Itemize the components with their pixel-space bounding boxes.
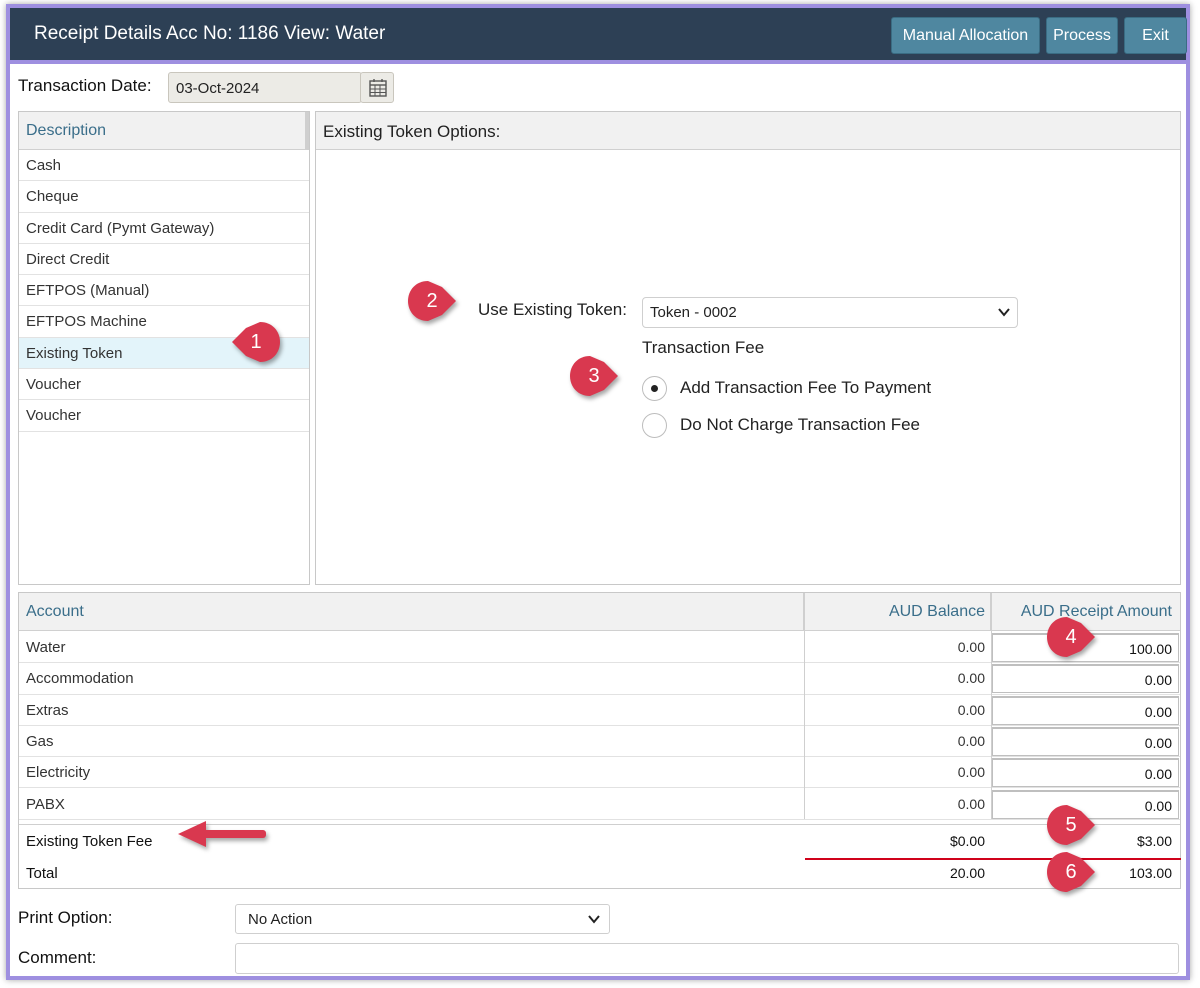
annotation-number: 5: [1065, 814, 1077, 836]
payment-method-item[interactable]: Cash: [19, 150, 309, 182]
use-existing-token-label: Use Existing Token:: [478, 300, 627, 319]
comment-input[interactable]: [235, 943, 1179, 974]
account-row: Extras 0.00 0.00: [19, 695, 1180, 726]
token-fee-balance: $0.00: [949, 833, 985, 849]
account-column-header: Account: [26, 603, 84, 620]
process-button[interactable]: Process: [1046, 17, 1118, 54]
payment-method-item[interactable]: EFTPOS (Manual): [19, 275, 309, 307]
print-option-value: No Action: [248, 911, 313, 928]
receipt-amount-input[interactable]: 0.00: [992, 758, 1179, 788]
account-balance: 0.00: [957, 670, 985, 687]
receipt-window: Receipt Details Acc No: 1186 View: Water…: [6, 4, 1190, 980]
existing-token-select[interactable]: Token - 0002: [642, 297, 1018, 328]
column-divider: [804, 593, 805, 819]
transaction-date-label: Transaction Date:: [18, 76, 152, 95]
payment-method-item[interactable]: Voucher: [19, 400, 309, 432]
account-row: Electricity 0.00 0.00: [19, 757, 1180, 789]
token-fee-name: Existing Token Fee: [26, 833, 153, 850]
payment-method-item[interactable]: Voucher: [19, 369, 309, 401]
account-balance: 0.00: [957, 795, 985, 812]
account-balance: 0.00: [957, 639, 985, 655]
annotation-marker-2: 2: [408, 281, 456, 321]
title-divider: [10, 60, 1186, 64]
account-balance: 0.00: [957, 732, 985, 749]
account-row: Water 0.00 100.00: [19, 632, 1180, 664]
token-fee-receipt: $3.00: [1136, 833, 1172, 849]
window-title: Receipt Details Acc No: 1186 View: Water: [34, 23, 386, 44]
account-name: PABX: [26, 795, 65, 813]
add-fee-label[interactable]: Add Transaction Fee To Payment: [680, 378, 931, 398]
annotation-marker-1: 1: [232, 322, 280, 362]
payment-method-item[interactable]: Cheque: [19, 181, 309, 213]
existing-token-options-panel: Existing Token Options: Use Existing Tok…: [315, 111, 1181, 585]
total-receipt: 103.00: [1129, 865, 1172, 881]
exit-button[interactable]: Exit: [1124, 17, 1187, 54]
print-option-label: Print Option:: [18, 908, 113, 927]
calendar-icon: [369, 79, 387, 97]
existing-token-value: Token - 0002: [650, 304, 737, 321]
annotation-number: 4: [1065, 626, 1077, 648]
account-row: Gas 0.00 0.00: [19, 726, 1180, 758]
total-row: Total 20.00 103.00: [19, 858, 1180, 889]
balance-column-header: AUD Balance: [888, 603, 985, 620]
title-bar: Receipt Details Acc No: 1186 View: Water…: [10, 8, 1187, 60]
calendar-button[interactable]: [360, 72, 394, 103]
payment-method-item[interactable]: Credit Card (Pymt Gateway): [19, 213, 309, 244]
transaction-fee-heading: Transaction Fee: [642, 338, 765, 357]
account-name: Gas: [26, 732, 54, 750]
total-name: Total: [26, 865, 58, 882]
comment-label: Comment:: [18, 948, 97, 967]
no-fee-radio[interactable]: [642, 413, 667, 438]
receipt-amount-input[interactable]: 0.00: [992, 664, 1179, 694]
account-balance: 0.00: [957, 764, 985, 781]
payment-method-item[interactable]: Direct Credit: [19, 244, 309, 276]
receipt-amount-input[interactable]: 0.00: [992, 695, 1179, 725]
account-row: Accommodation 0.00 0.00: [19, 663, 1180, 695]
receipt-column-header: AUD Receipt Amount: [1020, 603, 1172, 620]
annotation-number: 2: [426, 290, 438, 312]
print-option-select[interactable]: No Action: [235, 904, 610, 934]
annotation-number: 3: [588, 365, 600, 387]
transaction-date-input[interactable]: 03-Oct-2024: [168, 72, 362, 103]
annotation-marker-6: 6: [1047, 852, 1095, 892]
account-name: Water: [26, 639, 66, 656]
account-row: PABX 0.00 0.00: [19, 789, 1180, 820]
no-fee-label[interactable]: Do Not Charge Transaction Fee: [680, 415, 920, 435]
chevron-down-icon: [998, 308, 1010, 317]
accounts-table-header: Account AUD Balance AUD Receipt Amount: [19, 593, 1180, 631]
add-fee-radio[interactable]: [642, 376, 667, 401]
total-balance: 20.00: [949, 865, 985, 881]
options-header: Existing Token Options:: [316, 112, 1180, 150]
account-balance: 0.00: [957, 701, 985, 718]
column-divider: [991, 593, 992, 819]
annotation-number: 6: [1065, 861, 1077, 883]
annotation-number: 1: [250, 331, 262, 353]
annotation-marker-3: 3: [570, 356, 618, 396]
annotation-marker-4: 4: [1047, 617, 1095, 657]
description-header: Description: [19, 112, 309, 150]
receipt-amount-input[interactable]: 0.00: [992, 726, 1179, 756]
account-name: Accommodation: [26, 670, 134, 688]
arrow-left-icon: [178, 821, 268, 852]
account-name: Electricity: [26, 764, 91, 782]
account-name: Extras: [26, 701, 69, 719]
annotation-marker-5: 5: [1047, 805, 1095, 845]
manual-allocation-button[interactable]: Manual Allocation: [891, 17, 1040, 54]
chevron-down-icon: [588, 915, 600, 924]
